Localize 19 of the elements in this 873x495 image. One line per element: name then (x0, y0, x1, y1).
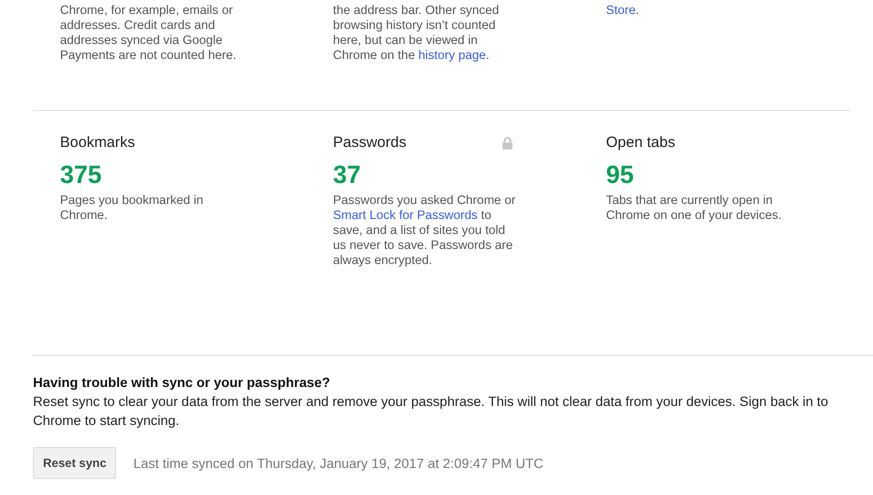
card-description: Chrome, for example, emails or addresses. Credit cards and addresses synced via Google Payments are not counted here. (60, 3, 238, 63)
card-description: Store. (606, 3, 640, 18)
item-count: 37 (333, 161, 362, 189)
reset-sync-button[interactable]: Reset sync (33, 447, 116, 479)
last-synced-text: Last time synced on Thursday, January 19, 2017 at 2:09:47 PM UTC (133, 456, 544, 470)
link[interactable]: Store (606, 3, 636, 17)
help-heading: Having trouble with sync or your passphrase? (33, 374, 332, 392)
help-text: Reset sync to clear your data from the server and remove your passphrase. This will not clear data from your devices. Sign back in to Chrome to start syncing. (33, 393, 830, 430)
link[interactable]: Smart Lock for Passwords (333, 208, 478, 222)
link[interactable]: history page (418, 48, 486, 62)
item-count: 375 (60, 161, 103, 189)
card-title: Bookmarks (60, 133, 136, 153)
card-title: Passwords (333, 133, 408, 153)
card-description: Tabs that are currently open in Chrome on one of your devices. (606, 193, 783, 223)
item-count: 95 (606, 161, 635, 189)
card-description: the address bar. Other synced browsing history isn’t counted here, but can be viewed in Chrome on the history page. (333, 3, 500, 63)
card-description: Passwords you asked Chrome or Smart Lock for Passwords to save, and a list of sites you told us never to save. Passwords are always encrypted. (333, 193, 516, 268)
card-title: Open tabs (606, 133, 676, 153)
card-description: Pages you bookmarked in Chrome. (60, 193, 204, 223)
